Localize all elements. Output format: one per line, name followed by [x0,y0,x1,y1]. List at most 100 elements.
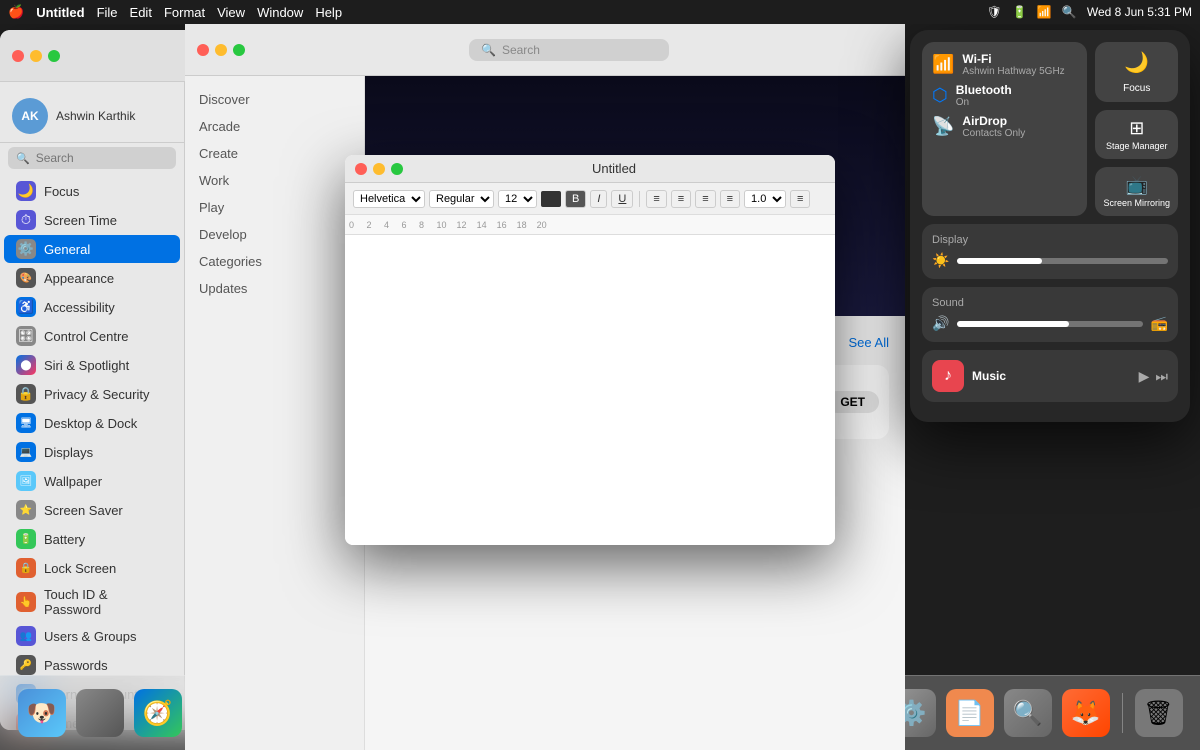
safari-icon: 🧭 [134,689,182,737]
dock-item-launchpad[interactable] [74,687,126,739]
brightness-slider[interactable] [957,258,1168,264]
textedit-maximize[interactable] [391,163,403,175]
app-store-sidebar: Discover Arcade Create Work Play Develop… [185,76,365,750]
wifi-status-icon[interactable]: 📶 [1037,5,1052,19]
menu-window[interactable]: Window [257,5,303,20]
as-search-icon: 🔍 [481,43,496,57]
cc-airdrop-row[interactable]: 📡 AirDrop Contacts Only [932,114,1077,139]
textedit-toolbar: Helvetica Regular 12 B I U ≡ ≡ ≡ ≡ 1.0 ≡ [345,183,835,215]
dock-item-spotlight[interactable]: 🔍 [1002,687,1054,739]
menu-help[interactable]: Help [315,5,342,20]
font-family-select[interactable]: Helvetica [353,190,425,208]
sidebar-item-lock-screen[interactable]: 🔒 Lock Screen [4,554,180,582]
more-options[interactable]: ≡ [790,190,810,208]
maximize-button[interactable] [48,50,60,62]
text-color-picker[interactable] [541,191,561,207]
as-sidebar-develop[interactable]: Develop [185,221,364,248]
as-sidebar-arcade[interactable]: Arcade [185,113,364,140]
sidebar-item-siri[interactable]: ⬤ Siri & Spotlight [4,351,180,379]
sidebar-item-general[interactable]: ⚙️ General [4,235,180,263]
menu-edit[interactable]: Edit [130,5,152,20]
spotlight-icon: 🔍 [1004,689,1052,737]
wallpaper-icon: 🖼 [16,471,36,491]
align-justify[interactable]: ≡ [720,190,740,208]
app-name[interactable]: Untitled [36,5,84,20]
textedit-close[interactable] [355,163,367,175]
sidebar-item-appearance[interactable]: 🎨 Appearance [4,264,180,292]
sidebar-search[interactable]: 🔍 [8,147,176,169]
search-input[interactable] [36,151,168,165]
menu-file[interactable]: File [97,5,118,20]
as-close[interactable] [197,44,209,56]
italic-button[interactable]: I [590,190,607,208]
sidebar-item-privacy[interactable]: 🔒 Privacy & Security [4,380,180,408]
as-maximize[interactable] [233,44,245,56]
bluetooth-status: On [956,97,1012,108]
cc-screen-mirror-tile[interactable]: 📺 Screen Mirroring [1095,167,1178,216]
search-icon: 🔍 [16,152,30,165]
sidebar-item-focus[interactable]: 🌙 Focus [4,177,180,205]
user-profile[interactable]: AK Ashwin Karthik [0,90,184,143]
cc-stage-tile[interactable]: ⊞ Stage Manager [1095,110,1178,159]
sidebar-item-battery[interactable]: 🔋 Battery [4,525,180,553]
apple-menu[interactable]: 🍎 [8,4,24,20]
sidebar-item-touchid[interactable]: 👆 Touch ID & Password [4,583,180,621]
close-button[interactable] [12,50,24,62]
menu-view[interactable]: View [217,5,245,20]
focus-moon-icon: 🌙 [1124,50,1149,75]
dock-item-pages[interactable]: 📄 [944,687,996,739]
toolbar-divider [639,191,640,207]
cc-bluetooth-row[interactable]: ⬡ Bluetooth On [932,83,1077,108]
cc-network-tile: 📶 Wi-Fi Ashwin Hathway 5GHz ⬡ Bluetooth … [922,42,1087,216]
play-button[interactable]: ▶ [1139,368,1150,385]
traffic-lights [12,50,60,62]
fast-forward-button[interactable]: ⏭ [1155,368,1168,385]
textedit-minimize[interactable] [373,163,385,175]
wifi-network: Ashwin Hathway 5GHz [962,66,1064,77]
as-sidebar-create[interactable]: Create [185,140,364,167]
search-icon[interactable]: 🔍 [1062,5,1077,19]
volume-slider[interactable] [957,321,1142,327]
underline-button[interactable]: U [611,190,633,208]
minimize-button[interactable] [30,50,42,62]
font-size-select[interactable]: 12 [498,190,537,208]
control-center-panel: 📶 Wi-Fi Ashwin Hathway 5GHz ⬡ Bluetooth … [910,30,1190,422]
cc-volume-row: 🔊 📻 [932,315,1168,332]
textedit-content-area[interactable] [345,235,835,545]
line-spacing-select[interactable]: 1.0 [744,190,786,208]
menu-format[interactable]: Format [164,5,205,20]
as-search-container[interactable]: 🔍 Search [469,39,669,61]
align-left[interactable]: ≡ [646,190,666,208]
cc-display-section: Display ☀️ [922,224,1178,279]
align-right[interactable]: ≡ [695,190,715,208]
sidebar-item-wallpaper[interactable]: 🖼 Wallpaper [4,467,180,495]
dock-item-firefox[interactable]: 🦊 [1060,687,1112,739]
airplay-icon[interactable]: 📻 [1151,315,1168,332]
dock-item-safari[interactable]: 🧭 [132,687,184,739]
bold-button[interactable]: B [565,190,586,208]
accessibility-icon: ♿ [16,297,36,317]
as-sidebar-updates[interactable]: Updates [185,275,364,302]
sidebar-item-control-centre[interactable]: 🎛 Control Centre [4,322,180,350]
as-minimize[interactable] [215,44,227,56]
sidebar-item-screensaver[interactable]: ⭐ Screen Saver [4,496,180,524]
sidebar-item-screen-time[interactable]: ⏱ Screen Time [4,206,180,234]
see-all-link[interactable]: See All [849,335,889,350]
as-search-bar[interactable]: 🔍 Search [245,39,893,61]
as-sidebar-work[interactable]: Work [185,167,364,194]
airdrop-label: AirDrop [962,114,1025,128]
as-sidebar-play[interactable]: Play [185,194,364,221]
sidebar-item-desktop[interactable]: 🖥 Desktop & Dock [4,409,180,437]
font-style-select[interactable]: Regular [429,190,494,208]
sidebar-item-displays[interactable]: 💻 Displays [4,438,180,466]
sidebar-item-accessibility[interactable]: ♿ Accessibility [4,293,180,321]
cc-focus-tile[interactable]: 🌙 Focus [1095,42,1178,102]
align-center[interactable]: ≡ [671,190,691,208]
dock-item-trash[interactable]: 🗑 [1133,687,1185,739]
cc-wifi-row[interactable]: 📶 Wi-Fi Ashwin Hathway 5GHz [932,52,1077,77]
stage-manager-icon: ⊞ [1129,118,1144,139]
dock-item-finder[interactable]: 🐶 [16,687,68,739]
as-sidebar-categories[interactable]: Categories [185,248,364,275]
as-sidebar-discover[interactable]: Discover [185,86,364,113]
sidebar-item-users[interactable]: 👥 Users & Groups [4,622,180,650]
